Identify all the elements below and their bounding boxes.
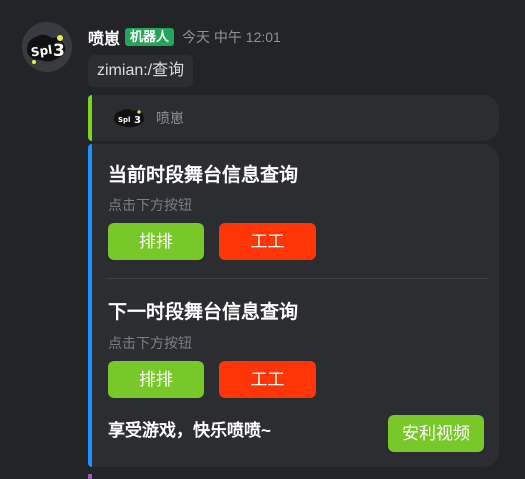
next-pvp-button[interactable]: 排排 — [108, 361, 204, 398]
avatar[interactable]: Spl 3 — [22, 22, 72, 72]
next-embed-accent — [88, 474, 92, 479]
recommend-video-button[interactable]: 安利视频 — [388, 415, 484, 452]
reply-username: 喷崽 — [156, 110, 184, 126]
splatoon3-logo-icon: Spl 3 — [114, 109, 144, 128]
reply-preview[interactable]: Spl 3 喷崽 — [88, 95, 499, 141]
svg-text:Spl: Spl — [118, 116, 130, 124]
message-header: 喷崽 机器人 今天 中午 12:01 — [88, 26, 281, 48]
section-hint-current: 点击下方按钮 — [108, 197, 192, 213]
footer-text: 享受游戏，快乐喷喷~ — [108, 421, 271, 440]
section-divider — [107, 278, 488, 279]
bot-badge: 机器人 — [125, 28, 175, 46]
timestamp: 今天 中午 12:01 — [182, 29, 281, 45]
splatoon3-logo-icon: Spl 3 — [22, 22, 72, 72]
next-salmon-run-button[interactable]: 工工 — [219, 361, 316, 398]
section-title-current: 当前时段舞台信息查询 — [108, 165, 299, 186]
stage-query-card: 当前时段舞台信息查询 点击下方按钮 排排 工工 下一时段舞台信息查询 点击下方按… — [88, 144, 499, 467]
svg-text:3: 3 — [53, 41, 65, 61]
username[interactable]: 喷崽 — [88, 25, 120, 49]
chat-message: Spl 3 喷崽 机器人 今天 中午 12:01 zimian:/查询 Spl … — [0, 0, 525, 479]
current-salmon-run-button[interactable]: 工工 — [219, 223, 316, 260]
svg-text:3: 3 — [134, 115, 141, 126]
section-hint-next: 点击下方按钮 — [108, 335, 192, 351]
section-title-next: 下一时段舞台信息查询 — [108, 302, 299, 323]
current-pvp-button[interactable]: 排排 — [108, 223, 204, 260]
command-bubble: zimian:/查询 — [88, 55, 194, 87]
svg-text:Spl: Spl — [30, 43, 53, 60]
